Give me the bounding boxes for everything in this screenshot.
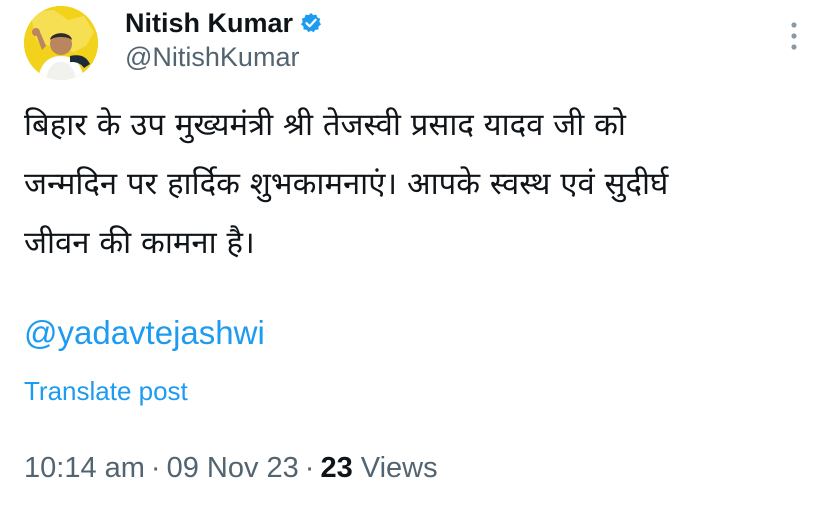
tweet-text: बिहार के उप मुख्यमंत्री श्री तेजस्वी प्र… [24,96,804,273]
translate-post-link[interactable]: Translate post [24,376,188,407]
tweet-text-line: जन्मदिन पर हार्दिक शुभकामनाएं। आपके स्वस… [24,166,669,202]
tweet-time[interactable]: 10:14 am [24,452,145,484]
mention-link[interactable]: @yadavtejashwi [24,314,265,352]
tweet-text-line: बिहार के उप मुख्यमंत्री श्री तेजस्वी प्र… [24,107,626,143]
author-display-name[interactable]: Nitish Kumar [125,8,293,39]
tweet-text-line: जीवन की कामना है। [24,225,255,261]
meta-separator: · [150,452,161,484]
avatar-image [24,6,98,80]
tweet-date[interactable]: 09 Nov 23 [167,452,299,484]
author-name-row: Nitish Kumar [125,6,322,40]
tweet-meta: 10:14 am · 09 Nov 23 · 23 Views [24,452,438,485]
verified-badge-icon [300,12,322,34]
views-count[interactable]: 23 [320,452,352,484]
more-vertical-icon[interactable] [784,20,804,54]
author-handle[interactable]: @NitishKumar [125,42,299,73]
avatar[interactable] [24,6,98,80]
views-label[interactable]: Views [361,452,438,484]
meta-separator: · [304,452,315,484]
